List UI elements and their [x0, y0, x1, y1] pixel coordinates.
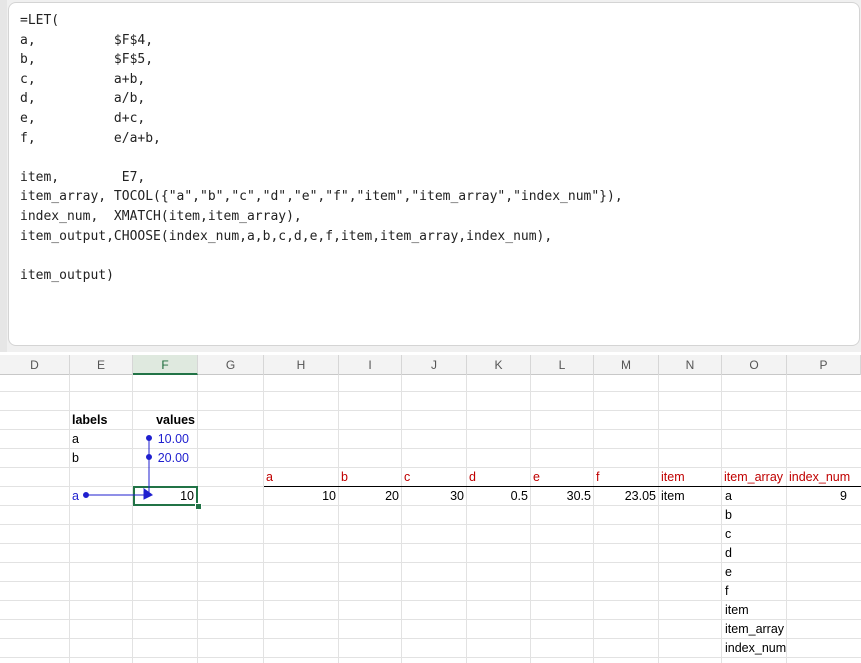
precedent-dot — [146, 454, 152, 460]
precedent-dot — [83, 492, 89, 498]
trace-precedent-arrows — [83, 435, 154, 500]
precedent-dot — [146, 435, 152, 441]
